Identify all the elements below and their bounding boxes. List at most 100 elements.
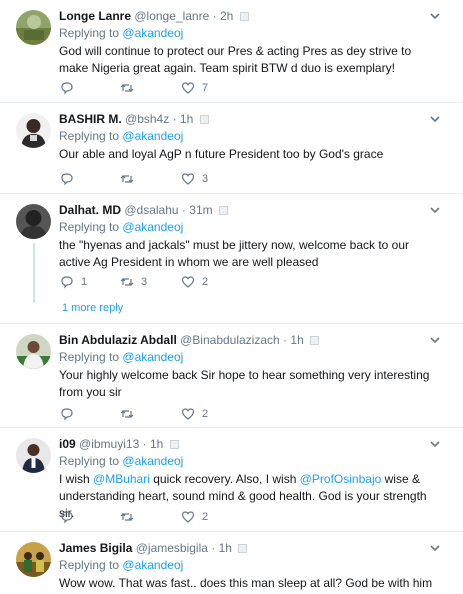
avatar[interactable] (16, 204, 51, 239)
retweet-button[interactable] (120, 509, 141, 525)
replying-label: Replying to (59, 26, 120, 40)
like-button[interactable]: 7 (181, 80, 208, 96)
like-button[interactable]: 2 (181, 406, 208, 422)
display-name[interactable]: i09 (59, 437, 76, 451)
reply-button[interactable] (60, 171, 81, 187)
text-segment: I wish (59, 472, 94, 486)
tweet-bashir-m[interactable]: BASHIR M. @bsh4z · 1h Replying to @akand… (0, 103, 463, 194)
tweet-text: Wow wow. That was fast.. does this man s… (59, 576, 433, 590)
mention-link[interactable]: @akandeoj (122, 129, 183, 143)
reply-icon (61, 511, 73, 524)
like-count: 2 (202, 276, 209, 288)
tweet-dalhat-md[interactable]: Dalhat. MD @dsalahu · 31m Replying to @a… (0, 194, 463, 324)
tweet-bin-abdulaziz[interactable]: Bin Abdulaziz Abdall @Binabdulazizach · … (0, 324, 463, 428)
retweet-icon (120, 175, 134, 183)
reply-icon (61, 82, 73, 95)
user-handle[interactable]: @jamesbigila (136, 541, 208, 555)
retweet-button[interactable] (120, 171, 141, 187)
timestamp[interactable]: 1h (150, 437, 163, 451)
mention-link[interactable]: @akandeoj (122, 220, 183, 234)
avatar[interactable] (16, 438, 51, 473)
tweet-actions: 2 (59, 509, 259, 525)
tweet-actions: 1 3 2 (59, 274, 259, 290)
chevron-down-icon[interactable] (429, 10, 441, 22)
reply-button[interactable] (60, 80, 81, 96)
mention-link[interactable]: @akandeoj (122, 350, 183, 364)
mention-link[interactable]: @akandeoj (122, 558, 183, 572)
retweet-count: 3 (141, 276, 148, 288)
retweet-button[interactable] (120, 80, 141, 96)
tweet-header: Bin Abdulaziz Abdall @Binabdulazizach · … (59, 332, 423, 348)
separator: · (283, 333, 288, 347)
mention-link[interactable]: @ProfOsinbajo (300, 472, 382, 486)
avatar[interactable] (16, 113, 51, 148)
reply-icon (61, 276, 73, 289)
replying-label: Replying to (59, 454, 120, 468)
retweet-icon (120, 410, 134, 418)
heart-icon (181, 511, 195, 523)
chevron-down-icon[interactable] (429, 113, 441, 125)
badge-icon (169, 440, 179, 449)
user-handle[interactable]: @bsh4z (125, 112, 169, 126)
like-button[interactable]: 2 (181, 509, 208, 525)
retweet-button[interactable]: 3 (120, 274, 147, 290)
badge-icon (310, 336, 320, 345)
display-name[interactable]: Dalhat. MD (59, 203, 121, 217)
avatar[interactable] (16, 542, 51, 577)
badge-icon (239, 12, 249, 21)
chevron-down-icon[interactable] (429, 204, 441, 216)
chevron-down-icon[interactable] (429, 334, 441, 346)
more-replies-link[interactable]: 1 more reply (62, 302, 123, 314)
separator: · (181, 203, 186, 217)
tweet-longe-lanre[interactable]: Longe Lanre @longe_lanre · 2h Replying t… (0, 0, 463, 103)
user-handle[interactable]: @ibmuyi13 (79, 437, 139, 451)
avatar[interactable] (16, 334, 51, 369)
user-handle[interactable]: @longe_lanre (134, 9, 209, 23)
tweet-header: i09 @ibmuyi13 · 1h (59, 436, 423, 452)
retweet-button[interactable] (120, 406, 141, 422)
replying-to: Replying to @akandeoj (59, 558, 183, 572)
display-name[interactable]: Longe Lanre (59, 9, 131, 23)
like-count: 2 (202, 408, 209, 420)
like-button[interactable]: 2 (181, 274, 208, 290)
mention-link[interactable]: @MBuhari (93, 472, 150, 486)
timestamp[interactable]: 1h (219, 541, 232, 555)
mention-link[interactable]: @akandeoj (122, 26, 183, 40)
tweet-i09[interactable]: i09 @ibmuyi13 · 1h Replying to @akandeoj… (0, 428, 463, 532)
chevron-down-icon[interactable] (429, 542, 441, 554)
heart-icon (181, 82, 195, 94)
timestamp[interactable]: 2h (220, 9, 233, 23)
tweet-actions: 2 (59, 406, 259, 422)
separator: · (211, 541, 216, 555)
replying-to: Replying to @akandeoj (59, 220, 183, 234)
separator: · (212, 9, 217, 23)
replying-label: Replying to (59, 129, 120, 143)
mention-link[interactable]: @akandeoj (122, 454, 183, 468)
tweet-text: Your highly welcome back Sir hope to hea… (59, 368, 430, 399)
reply-count: 1 (81, 276, 88, 288)
retweet-icon (120, 278, 134, 286)
replying-label: Replying to (59, 558, 120, 572)
display-name[interactable]: James Bigila (59, 541, 132, 555)
avatar[interactable] (16, 10, 51, 45)
display-name[interactable]: BASHIR M. (59, 112, 122, 126)
tweet-header: Longe Lanre @longe_lanre · 2h (59, 8, 423, 24)
tweet-header: BASHIR M. @bsh4z · 1h (59, 111, 423, 127)
reply-button[interactable] (60, 509, 81, 525)
chevron-down-icon[interactable] (429, 438, 441, 450)
timestamp[interactable]: 31m (189, 203, 212, 217)
user-handle[interactable]: @dsalahu (124, 203, 178, 217)
reply-button[interactable]: 1 (60, 274, 87, 290)
reply-icon (61, 408, 73, 421)
like-button[interactable]: 3 (181, 171, 208, 187)
user-handle[interactable]: @Binabdulazizach (180, 333, 280, 347)
timestamp[interactable]: 1h (290, 333, 303, 347)
badge-icon (199, 115, 209, 124)
tweet-text: the "hyenas and jackals" must be jittery… (59, 238, 410, 269)
tweet-actions: 7 (59, 80, 259, 96)
timestamp[interactable]: 1h (180, 112, 193, 126)
display-name[interactable]: Bin Abdulaziz Abdall (59, 333, 177, 347)
tweet-header: Dalhat. MD @dsalahu · 31m (59, 202, 423, 218)
tweet-james-bigila[interactable]: James Bigila @jamesbigila · 1h Replying … (0, 532, 463, 594)
reply-button[interactable] (60, 406, 81, 422)
